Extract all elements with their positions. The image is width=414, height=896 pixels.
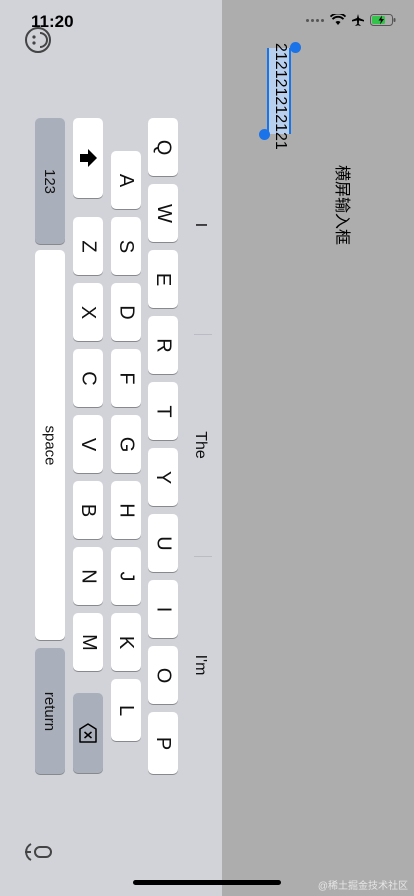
selection-end-handle[interactable] bbox=[259, 129, 270, 140]
key-b[interactable]: B bbox=[73, 481, 103, 539]
space-key[interactable]: space bbox=[35, 250, 65, 640]
key-p[interactable]: P bbox=[148, 712, 178, 774]
wifi-icon bbox=[330, 14, 346, 25]
shift-key[interactable] bbox=[73, 118, 103, 198]
watermark: @稀土掘金技术社区 bbox=[317, 881, 408, 892]
key-n[interactable]: N bbox=[73, 547, 103, 605]
status-icons bbox=[306, 14, 396, 26]
key-y[interactable]: Y bbox=[148, 448, 178, 506]
delete-key[interactable] bbox=[73, 693, 103, 773]
home-indicator bbox=[133, 880, 281, 885]
key-f[interactable]: F bbox=[111, 349, 141, 407]
suggestion-1[interactable]: I bbox=[190, 160, 210, 290]
key-x[interactable]: X bbox=[73, 283, 103, 341]
selection-start-handle[interactable] bbox=[290, 42, 301, 53]
app-content-area bbox=[222, 0, 414, 896]
return-key[interactable]: return bbox=[35, 648, 65, 774]
key-e[interactable]: E bbox=[148, 250, 178, 308]
text-field-label: 横屏输入框 bbox=[333, 164, 350, 245]
airplane-icon bbox=[352, 14, 364, 26]
key-u[interactable]: U bbox=[148, 514, 178, 572]
key-s[interactable]: S bbox=[111, 217, 141, 275]
emoji-icon[interactable] bbox=[24, 26, 52, 54]
shift-arrow-icon bbox=[80, 149, 97, 167]
key-z[interactable]: Z bbox=[73, 217, 103, 275]
suggestion-3[interactable]: I'm bbox=[190, 600, 210, 730]
numbers-key[interactable]: 123 bbox=[35, 118, 65, 244]
key-a[interactable]: A bbox=[111, 151, 141, 209]
suggestion-divider bbox=[194, 556, 212, 557]
key-m[interactable]: M bbox=[73, 613, 103, 671]
key-l[interactable]: L bbox=[111, 679, 141, 741]
key-c[interactable]: C bbox=[73, 349, 103, 407]
key-i[interactable]: I bbox=[148, 580, 178, 638]
microphone-icon[interactable] bbox=[23, 840, 53, 866]
battery-charging-icon bbox=[370, 14, 396, 26]
delete-icon bbox=[79, 723, 97, 743]
key-g[interactable]: G bbox=[111, 415, 141, 473]
key-h[interactable]: H bbox=[111, 481, 141, 539]
key-t[interactable]: T bbox=[148, 382, 178, 440]
key-d[interactable]: D bbox=[111, 283, 141, 341]
suggestion-divider bbox=[194, 334, 212, 335]
key-r[interactable]: R bbox=[148, 316, 178, 374]
key-o[interactable]: O bbox=[148, 646, 178, 704]
cellular-signal-icon bbox=[306, 18, 324, 22]
key-w[interactable]: W bbox=[148, 184, 178, 242]
text-field-value: 212121212121 bbox=[272, 43, 289, 150]
suggestion-2[interactable]: The bbox=[190, 380, 210, 510]
key-k[interactable]: K bbox=[111, 613, 141, 671]
key-v[interactable]: V bbox=[73, 415, 103, 473]
key-j[interactable]: J bbox=[111, 547, 141, 605]
key-q[interactable]: Q bbox=[148, 118, 178, 176]
